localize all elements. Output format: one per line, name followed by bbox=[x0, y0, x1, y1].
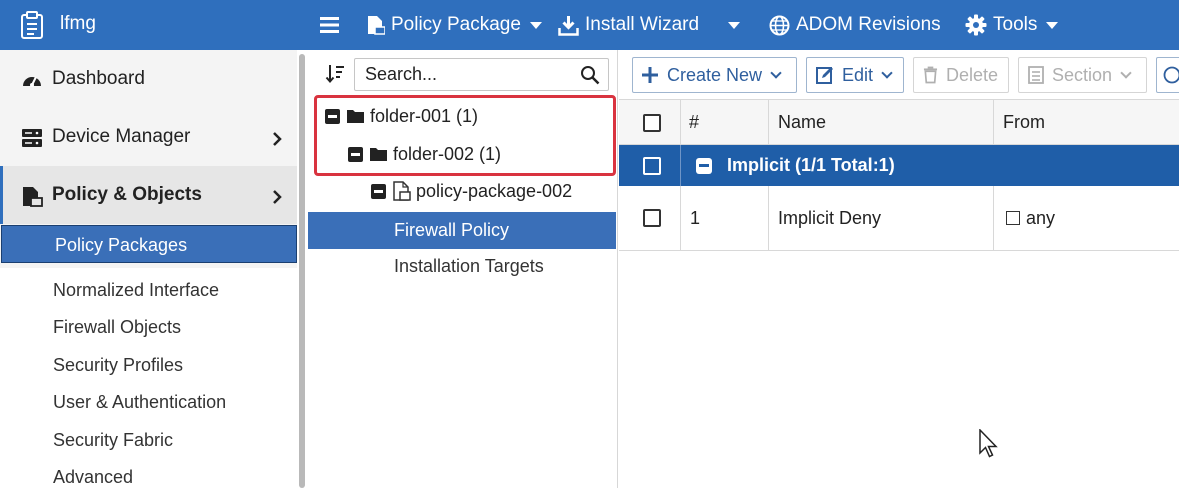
policy-package-icon bbox=[368, 16, 385, 35]
device-manager-icon bbox=[22, 129, 42, 147]
select-all-checkbox[interactable] bbox=[643, 114, 661, 132]
chevron-down-icon bbox=[728, 21, 740, 29]
clipboard-icon bbox=[21, 11, 43, 39]
sidebar-item-normalized-interface[interactable]: Normalized Interface bbox=[0, 271, 297, 309]
more-toolbar-button[interactable] bbox=[1156, 57, 1179, 93]
collapse-icon[interactable] bbox=[696, 158, 712, 174]
policy-table-header: # Name From bbox=[619, 99, 1179, 145]
row-number: 1 bbox=[690, 208, 701, 228]
dashboard-icon bbox=[23, 76, 41, 87]
tree-node-firewall-policy[interactable]: Firewall Policy bbox=[308, 212, 616, 249]
row-checkbox[interactable] bbox=[643, 209, 661, 227]
hamburger-menu-button[interactable] bbox=[320, 0, 345, 50]
mouse-cursor-icon bbox=[979, 429, 998, 458]
chevron-down-icon bbox=[1120, 66, 1132, 79]
chevron-right-icon bbox=[273, 132, 282, 146]
sidebar-item-firewall-objects[interactable]: Firewall Objects bbox=[0, 308, 297, 346]
group-checkbox[interactable] bbox=[643, 157, 661, 175]
collapse-icon[interactable] bbox=[371, 183, 386, 199]
column-header-from[interactable]: From bbox=[1003, 100, 1045, 144]
plus-icon bbox=[642, 67, 658, 83]
chevron-down-icon bbox=[770, 66, 782, 79]
sidebar-item-device-manager[interactable]: Device Manager bbox=[0, 108, 297, 166]
table-row[interactable]: 1 Implicit Deny any bbox=[619, 186, 1179, 251]
highlight-annotation-box bbox=[314, 95, 616, 176]
chevron-down-icon bbox=[881, 66, 893, 79]
chevron-down-icon bbox=[1046, 21, 1059, 29]
sidebar-item-policy-packages[interactable]: Policy Packages bbox=[1, 225, 297, 263]
delete-button[interactable]: Delete bbox=[913, 57, 1009, 93]
chevron-down-icon bbox=[529, 21, 542, 29]
globe-icon bbox=[769, 15, 790, 35]
trash-icon bbox=[923, 66, 938, 84]
policy-objects-icon bbox=[23, 187, 43, 207]
adom-revisions-menu[interactable]: ADOM Revisions bbox=[769, 0, 941, 50]
section-icon bbox=[1028, 66, 1044, 84]
install-icon bbox=[558, 15, 579, 36]
policy-package-menu[interactable]: Policy Package bbox=[366, 0, 542, 50]
sidebar-item-policy-objects[interactable]: Policy & Objects bbox=[0, 166, 297, 224]
tree-node-installation-targets[interactable]: Installation Targets bbox=[308, 248, 616, 285]
sort-icon[interactable] bbox=[325, 64, 345, 84]
table-group-row-implicit[interactable]: Implicit (1/1 Total:1) bbox=[619, 145, 1179, 186]
hamburger-icon bbox=[320, 17, 339, 33]
row-from[interactable]: any bbox=[1006, 186, 1055, 250]
edit-button[interactable]: Edit bbox=[806, 57, 904, 93]
top-bar: lfmg Policy Package Install Wizard ADOM … bbox=[0, 0, 1179, 50]
edit-icon bbox=[816, 67, 833, 84]
address-object-icon bbox=[1006, 211, 1020, 225]
tree-search-input[interactable]: Search... bbox=[354, 58, 609, 91]
info-circle-icon bbox=[1163, 66, 1179, 84]
sidebar-item-security-profiles[interactable]: Security Profiles bbox=[0, 346, 297, 384]
gear-icon bbox=[965, 14, 987, 36]
sidebar-scrollbar-thumb[interactable] bbox=[299, 54, 305, 488]
column-header-name[interactable]: Name bbox=[778, 100, 826, 144]
app-title: lfmg bbox=[60, 13, 96, 34]
tools-menu[interactable]: Tools bbox=[965, 0, 1059, 50]
install-wizard-dropdown[interactable] bbox=[719, 0, 740, 50]
column-header-number[interactable]: # bbox=[689, 100, 699, 144]
policy-package-icon bbox=[393, 181, 411, 201]
tree-node-policy-package-002[interactable]: policy-package-002 bbox=[371, 173, 572, 209]
row-name: Implicit Deny bbox=[778, 208, 882, 228]
create-new-button[interactable]: Create New bbox=[632, 57, 797, 93]
install-wizard-menu[interactable]: Install Wizard bbox=[558, 0, 699, 50]
group-label: Implicit (1/1 Total:1) bbox=[727, 155, 895, 175]
sidebar-item-security-fabric[interactable]: Security Fabric bbox=[0, 421, 297, 459]
sidebar-item-dashboard[interactable]: Dashboard bbox=[0, 50, 297, 108]
search-icon[interactable] bbox=[580, 65, 600, 85]
section-button[interactable]: Section bbox=[1018, 57, 1147, 93]
sidebar-item-user-authentication[interactable]: User & Authentication bbox=[0, 383, 297, 421]
sidebar-item-advanced[interactable]: Advanced bbox=[0, 458, 297, 488]
chevron-right-icon bbox=[273, 190, 282, 204]
